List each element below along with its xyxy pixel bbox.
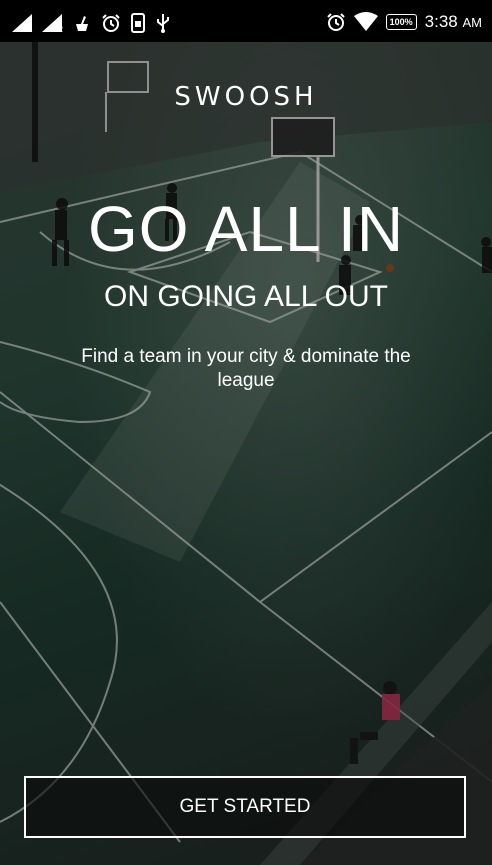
signal-icon: 1	[12, 14, 33, 34]
ampm-text: AM	[462, 15, 483, 30]
battery-level: 100%	[389, 17, 413, 27]
headline: GO ALL IN	[87, 193, 405, 265]
brand-logo: SWOOSH	[174, 82, 318, 112]
time-text: 3:38	[424, 12, 458, 31]
sim-2-label: 2	[58, 25, 63, 34]
battery-icon: 100%	[385, 14, 417, 30]
alarm-icon	[326, 12, 346, 32]
signal-icon: 2	[42, 14, 63, 34]
alarm-icon	[101, 13, 121, 33]
sim-1-label: 1	[28, 25, 33, 34]
usb-icon	[155, 13, 171, 33]
hero-background: SWOOSH GO ALL IN ON GOING ALL OUT Find a…	[0, 42, 492, 865]
status-left: 1 2	[12, 13, 171, 34]
status-right: 100% 3:38 AM	[326, 11, 482, 33]
tagline: Find a team in your city & dominate the …	[81, 346, 411, 391]
get-started-button[interactable]: GET STARTED	[24, 776, 466, 838]
status-bar: 1 2 100% 3:38 AM	[0, 0, 492, 42]
storage-icon	[130, 13, 145, 33]
cleaner-icon	[73, 14, 91, 32]
court-image	[0, 42, 492, 865]
wifi-icon	[353, 12, 378, 32]
clock: 3:38 AM	[425, 12, 482, 32]
subheadline: ON GOING ALL OUT	[104, 280, 388, 313]
